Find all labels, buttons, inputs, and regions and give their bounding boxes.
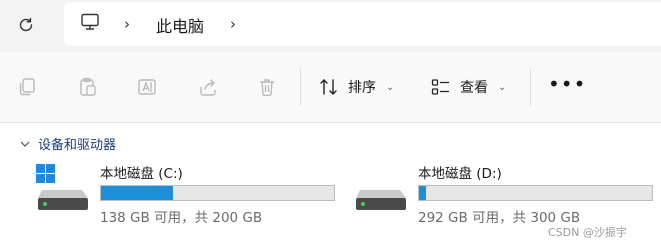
breadcrumb-this-pc[interactable]: 此电脑 [156, 13, 204, 37]
drive-name: 本地磁盘 (C:) [100, 166, 183, 182]
paste-button[interactable] [76, 75, 100, 99]
chevron-down-icon: ⌄ [498, 81, 507, 93]
section-header-devices[interactable]: 设备和驱动器 [20, 134, 116, 153]
refresh-button[interactable] [12, 11, 40, 39]
drive-capacity: 292 GB 可用，共 300 GB [418, 210, 581, 226]
refresh-icon [19, 17, 33, 32]
drive-usage-fill [419, 186, 426, 200]
share-icon [200, 79, 216, 96]
copy-button[interactable] [15, 75, 39, 99]
sort-icon [320, 79, 337, 95]
more-options-button[interactable]: ••• [548, 74, 586, 94]
paste-icon [80, 77, 96, 96]
drive-usage-fill [101, 186, 174, 200]
sort-button[interactable]: 排序 ⌄ [318, 74, 394, 100]
drive-capacity: 138 GB 可用，共 200 GB [100, 210, 263, 226]
view-list-icon [431, 79, 449, 95]
toolbar-divider [300, 68, 301, 106]
this-pc-icon [81, 13, 99, 30]
toolbar-divider [530, 68, 531, 106]
breadcrumb-separator-trailing[interactable]: › [230, 15, 236, 33]
address-bar-row: › 此电脑 › [0, 0, 661, 52]
command-bar: 排序 ⌄ 查看 ⌄ ••• [0, 52, 661, 123]
drive-d[interactable]: 本地磁盘 (D:) 292 GB 可用，共 300 GB [354, 162, 654, 226]
chevron-down-icon [20, 141, 30, 147]
copy-icon [19, 78, 35, 96]
rename-icon [138, 79, 156, 95]
rename-button[interactable] [135, 75, 159, 99]
delete-icon [260, 79, 274, 96]
address-bar[interactable]: › 此电脑 › [64, 2, 661, 46]
system-drive-icon [36, 164, 88, 210]
view-label: 查看 [460, 80, 488, 96]
section-title: 设备和驱动器 [38, 138, 117, 153]
breadcrumb-separator[interactable]: › [124, 15, 130, 33]
view-button[interactable]: 查看 ⌄ [430, 74, 506, 100]
sort-label: 排序 [348, 80, 376, 96]
chevron-down-icon: ⌄ [386, 81, 395, 93]
drive-c[interactable]: 本地磁盘 (C:) 138 GB 可用，共 200 GB [36, 162, 336, 226]
drive-usage-bar [100, 185, 335, 201]
drive-name: 本地磁盘 (D:) [418, 166, 502, 182]
share-button[interactable] [196, 75, 220, 99]
drive-icon [356, 190, 406, 210]
drive-usage-bar [418, 185, 653, 201]
delete-button[interactable] [255, 75, 279, 99]
watermark-text: CSDN @沙振宇 [548, 226, 627, 239]
